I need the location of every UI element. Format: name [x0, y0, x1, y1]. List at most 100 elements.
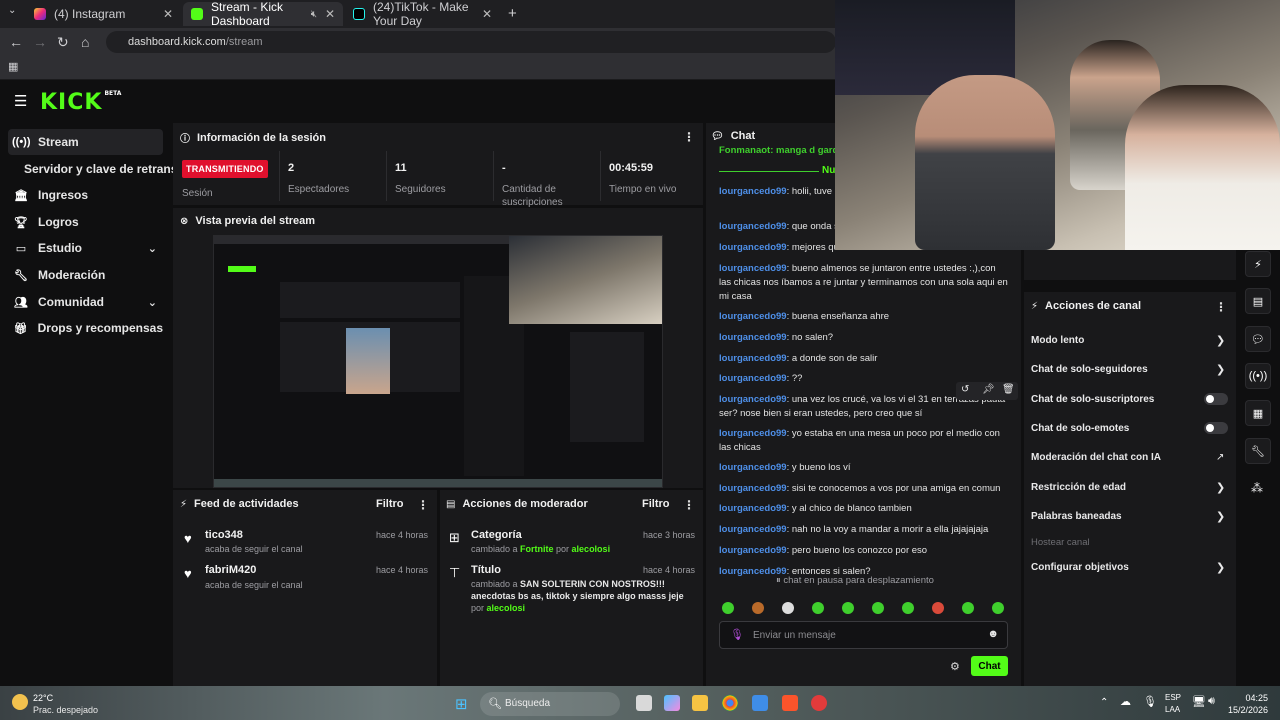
chat-username[interactable]: lourgancedo99 — [719, 353, 787, 364]
mute-tab-icon[interactable]: 🔇︎ — [311, 9, 317, 20]
sidebar-item-server-key[interactable]: Servidor y clave de retransm — [8, 156, 188, 182]
onedrive-icon[interactable]: ☁ — [1120, 695, 1131, 708]
rail-document-button[interactable]: ▤ — [1245, 288, 1271, 314]
emoji-icon[interactable]: ☻ — [987, 628, 999, 640]
clock-time[interactable]: 04:25 — [1222, 693, 1268, 703]
back-icon[interactable]: ← — [9, 34, 23, 50]
emote-icon[interactable] — [842, 602, 854, 614]
close-tab-icon[interactable]: ✕ — [325, 7, 335, 21]
chat-message[interactable]: lourgancedo99: y bueno los ví — [719, 461, 1009, 475]
rail-wrench-button[interactable]: 🔧︎ — [1245, 438, 1271, 464]
clock-date[interactable]: 15/2/2026 — [1222, 705, 1268, 715]
mod-user[interactable]: alecolosi — [572, 544, 611, 554]
action-banned-words[interactable]: Palabras baneadas — [1031, 511, 1231, 522]
hamburger-menu-icon[interactable]: ☰ — [14, 92, 27, 110]
sidebar-item-comunidad[interactable]: 👥︎ Comunidad ⌄ — [8, 289, 163, 315]
emotes-only-toggle[interactable] — [1204, 422, 1228, 434]
emote-icon[interactable] — [782, 602, 794, 614]
chat-settings-gear-icon[interactable]: ⚙ — [950, 660, 960, 673]
chat-username[interactable]: lourgancedo99 — [719, 186, 787, 197]
tab-tiktok[interactable]: (24)TikTok - Make Your Day ✕ — [345, 0, 500, 28]
sidebar-item-drops[interactable]: 🎁︎ Drops y recompensas — [8, 315, 163, 341]
mod-menu-icon[interactable]: ⋮ — [683, 498, 695, 512]
action-age-restriction[interactable]: Restricción de edad — [1031, 482, 1231, 493]
chat-username[interactable]: lourgancedo99 — [719, 394, 787, 405]
subscribers-only-toggle[interactable] — [1204, 393, 1228, 405]
tab-instagram[interactable]: (4) Instagram ✕ — [26, 2, 181, 26]
chat-username[interactable]: lourgancedo99 — [719, 462, 787, 473]
weather-temp[interactable]: 22°C — [33, 693, 53, 703]
network-icon[interactable]: 🖥︎ — [1192, 695, 1206, 708]
chat-message[interactable]: lourgancedo99: a donde son de salir — [719, 352, 1009, 366]
chat-message-input[interactable]: 🎙︎ Enviar un mensaje ☻ — [719, 621, 1008, 649]
kick-logo[interactable]: KICK BETA — [40, 90, 121, 115]
rail-broadcast-button[interactable]: ((•)) — [1245, 363, 1271, 389]
emote-icon[interactable] — [812, 602, 824, 614]
action-slow-mode[interactable]: Modo lento — [1031, 335, 1231, 346]
rail-bolt-button[interactable]: ⚡︎ — [1245, 251, 1271, 277]
chat-message[interactable]: lourgancedo99: y al chico de blanco tamb… — [719, 502, 1009, 516]
rail-chat-button[interactable]: 💬︎ — [1245, 326, 1271, 352]
emote-icon[interactable] — [902, 602, 914, 614]
chat-message[interactable]: lourgancedo99: sisi te conocemos a vos p… — [719, 482, 1009, 496]
sidebar-item-stream[interactable]: ((•)) Stream — [8, 129, 163, 155]
chat-username[interactable]: lourgancedo99 — [719, 483, 787, 494]
chat-message[interactable]: lourgancedo99: pero bueno los conozco po… — [719, 544, 1009, 558]
extension-icon[interactable]: ⁂ — [1251, 481, 1263, 495]
chat-send-button[interactable]: Chat — [971, 656, 1008, 676]
emote-icon[interactable] — [992, 602, 1004, 614]
chat-username[interactable]: lourgancedo99 — [719, 373, 787, 384]
reload-icon[interactable]: ↻ — [57, 34, 69, 51]
emote-icon[interactable] — [932, 602, 944, 614]
new-tab-button[interactable]: + — [508, 5, 517, 22]
chat-username[interactable]: lourgancedo99 — [719, 524, 787, 535]
brave-icon[interactable] — [782, 695, 798, 711]
channel-actions-menu-icon[interactable]: ⋮ — [1215, 300, 1227, 314]
chevron-right-icon[interactable]: ❯ — [1216, 481, 1225, 494]
home-icon[interactable]: ⌂ — [81, 34, 89, 50]
chevron-right-icon[interactable]: ❯ — [1216, 510, 1225, 523]
close-tab-icon[interactable]: ✕ — [482, 7, 492, 21]
chevron-right-icon[interactable]: ❯ — [1216, 334, 1225, 347]
language-code[interactable]: ESP — [1165, 693, 1181, 702]
store-icon[interactable] — [752, 695, 768, 711]
stream-preview-video[interactable] — [213, 235, 663, 488]
chat-username[interactable]: lourgancedo99 — [719, 428, 787, 439]
mod-filter-button[interactable]: Filtro — [642, 498, 670, 510]
url-input[interactable]: dashboard.kick.com/stream — [106, 31, 836, 53]
trash-icon[interactable]: 🗑︎ — [1002, 384, 1015, 395]
chat-username[interactable]: lourgancedo99 — [719, 263, 787, 274]
emote-icon[interactable] — [722, 602, 734, 614]
microphone-icon[interactable]: 🎙︎ — [730, 628, 744, 641]
sidebar-item-moderacion[interactable]: 🔧︎ Moderación — [8, 262, 163, 288]
chat-username[interactable]: lourgancedo99 — [719, 242, 787, 253]
weather-icon[interactable] — [12, 694, 28, 710]
action-ai-moderation[interactable]: Moderación del chat con IA — [1031, 452, 1231, 463]
tab-search-icon[interactable]: ⌄ — [8, 5, 16, 16]
volume-icon[interactable]: 🔊︎ — [1208, 695, 1215, 708]
taskbar-search[interactable]: 🔍︎ Búsqueda — [480, 692, 620, 716]
sidebar-item-estudio[interactable]: ▭ Estudio ⌄ — [8, 235, 163, 261]
chat-message[interactable]: lourgancedo99: no salen? — [719, 331, 1009, 345]
sidebar-item-ingresos[interactable]: 🏛︎ Ingresos — [8, 182, 163, 208]
weather-desc[interactable]: Prac. despejado — [33, 705, 98, 715]
obs-icon[interactable] — [811, 695, 827, 711]
pin-icon[interactable]: 📌︎ — [982, 384, 995, 395]
feed-item-name[interactable]: fabriM420 — [205, 564, 256, 576]
chevron-right-icon[interactable]: ❯ — [1216, 561, 1225, 574]
emote-icon[interactable] — [752, 602, 764, 614]
tab-kick-dashboard[interactable]: Stream - Kick Dashboard 🔇︎ ✕ — [183, 0, 343, 28]
activity-filter-button[interactable]: Filtro — [376, 498, 404, 510]
action-configure-goals[interactable]: Configurar objetivos — [1031, 562, 1231, 573]
external-link-icon[interactable]: ↗ — [1216, 452, 1224, 463]
session-menu-icon[interactable]: ⋮ — [683, 130, 695, 144]
chevron-up-icon[interactable]: ⌃ — [1100, 697, 1108, 708]
chat-username[interactable]: lourgancedo99 — [719, 332, 787, 343]
sidebar-item-logros[interactable]: 🏆︎ Logros — [8, 209, 163, 235]
chat-username[interactable]: lourgancedo99 — [719, 503, 787, 514]
chevron-right-icon[interactable]: ❯ — [1216, 363, 1225, 376]
chat-message[interactable]: lourgancedo99: buena enseñanza ahre — [719, 310, 1009, 324]
reply-icon[interactable]: ↺ — [961, 384, 969, 395]
rail-layout-button[interactable]: ▦ — [1245, 400, 1271, 426]
keyboard-layout[interactable]: LAA — [1165, 705, 1180, 714]
